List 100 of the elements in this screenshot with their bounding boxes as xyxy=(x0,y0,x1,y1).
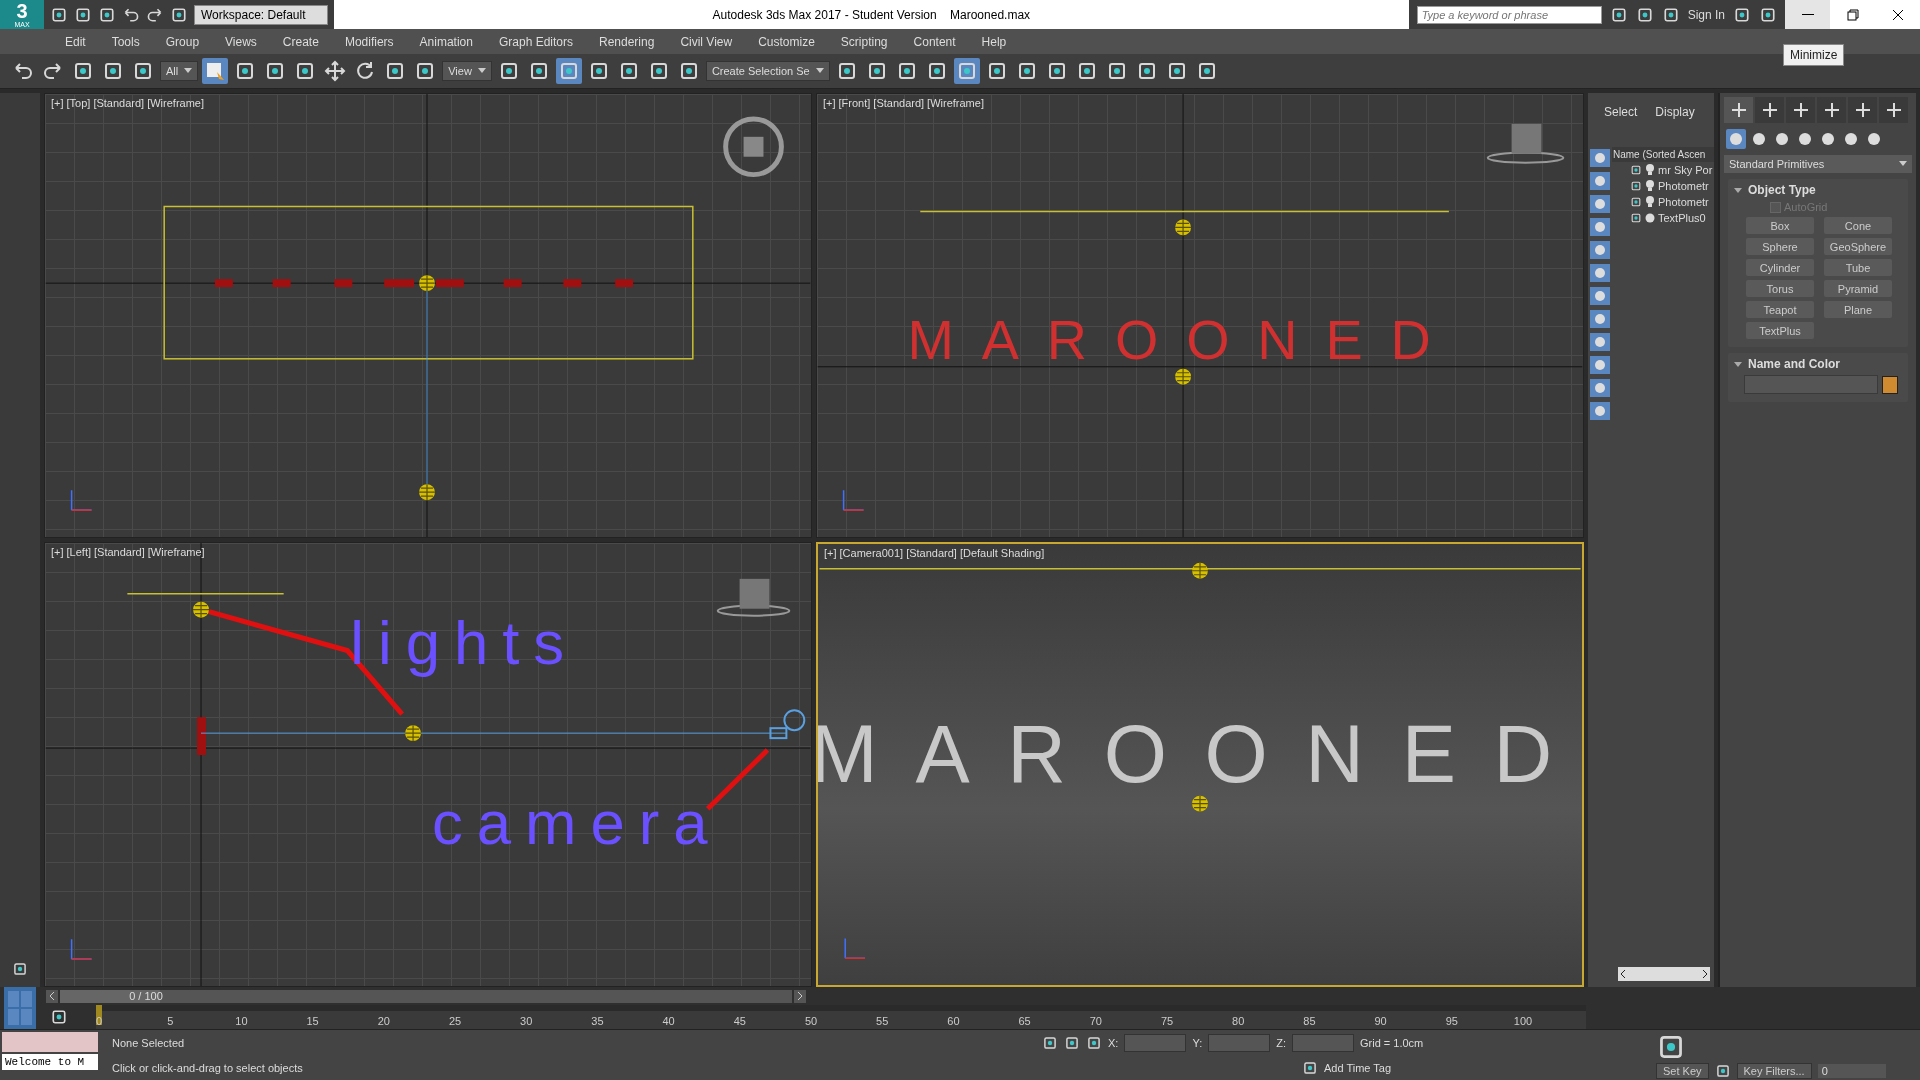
scene-object[interactable]: mr Sky Por xyxy=(1658,164,1713,176)
menu-item[interactable]: Help xyxy=(968,34,1020,49)
viewcube-compass-icon[interactable] xyxy=(723,116,784,178)
rollout-title[interactable]: Object Type xyxy=(1748,183,1816,197)
track-bar[interactable]: 0 5 10 15 20 25 30 35 40 45 50 55 60 65 70 75 80 85 90 95 100 xyxy=(96,1005,1586,1029)
scene-object[interactable]: Photometr xyxy=(1658,180,1709,192)
menu-item[interactable]: Edit xyxy=(52,34,99,49)
viewport-label[interactable]: [Standard] xyxy=(873,97,925,109)
coordinate-system-dropdown[interactable]: View xyxy=(442,61,492,81)
time-slider[interactable]: 0 / 100 xyxy=(60,989,792,1003)
viewport-label[interactable]: [Top] xyxy=(66,97,91,109)
column-header[interactable]: Name (Sorted Ascen xyxy=(1612,147,1714,162)
light-icon xyxy=(192,601,210,619)
color-swatch[interactable] xyxy=(1882,375,1898,394)
maxscript-listener-field[interactable] xyxy=(2,1032,98,1052)
frame-number: 60 xyxy=(947,1015,960,1027)
select-icon[interactable] xyxy=(202,58,229,84)
menu-item[interactable]: Tools xyxy=(98,34,153,49)
menu-item[interactable]: Scripting xyxy=(827,34,901,49)
geometry-icon[interactable] xyxy=(1726,129,1746,149)
menu-item[interactable]: Views xyxy=(212,34,270,49)
menu-item[interactable]: Animation xyxy=(406,34,486,49)
prompt-text: Click or click-and-drag to select objects xyxy=(112,1061,304,1074)
frame-number: 75 xyxy=(1160,1015,1174,1027)
workspace-dropdown[interactable]: Workspace: Default xyxy=(194,4,328,25)
viewcube-icon[interactable] xyxy=(1486,123,1565,164)
primitive-button[interactable]: Pyramid xyxy=(1824,280,1892,297)
menu-item[interactable]: Content xyxy=(900,34,969,49)
menu-item[interactable]: Rendering xyxy=(586,34,668,49)
scroll-left-icon[interactable] xyxy=(1618,969,1628,979)
primitive-button[interactable]: Box xyxy=(1746,217,1814,234)
viewport[interactable]: [+] [Left] [Standard] [Wireframe] lights camera xyxy=(44,542,812,987)
axis-tripod-icon xyxy=(70,489,93,511)
coordinate-field[interactable] xyxy=(1124,1034,1187,1052)
frame-field[interactable]: 0 xyxy=(1817,1064,1886,1078)
explorer-tab[interactable]: Select xyxy=(1604,105,1638,133)
primitive-button[interactable]: Torus xyxy=(1746,280,1814,297)
viewport-label[interactable]: [+] xyxy=(51,546,64,558)
create-icon[interactable] xyxy=(1724,97,1753,123)
primitive-button[interactable]: Tube xyxy=(1824,259,1892,276)
menu-item[interactable]: Modifiers xyxy=(331,34,407,49)
selection-filter-dropdown[interactable]: All xyxy=(160,61,199,81)
sign-in-link[interactable]: Sign In xyxy=(1687,7,1725,22)
viewport-label[interactable]: [Wireframe] xyxy=(927,97,984,109)
viewport-label[interactable]: [Default Shading] xyxy=(959,547,1045,559)
frame-number: 80 xyxy=(1232,1015,1245,1027)
viewport-label[interactable]: [Camera001] xyxy=(839,547,904,559)
frame-number: 70 xyxy=(1089,1015,1102,1027)
coordinate-label: Z: xyxy=(1276,1037,1286,1049)
menu-item[interactable]: Group xyxy=(152,34,213,49)
frame-number: 30 xyxy=(520,1015,533,1027)
explorer-tab[interactable]: Display xyxy=(1655,105,1695,133)
category-dropdown[interactable]: Standard Primitives xyxy=(1724,155,1912,173)
next-frame-button[interactable] xyxy=(794,989,806,1003)
scene-object[interactable]: TextPlus0 xyxy=(1658,212,1706,224)
caret-icon xyxy=(1899,161,1907,167)
add-time-tag-link[interactable]: Add Time Tag xyxy=(1324,1062,1392,1074)
primitive-button[interactable]: Sphere xyxy=(1746,238,1814,255)
primitive-button[interactable]: TextPlus xyxy=(1746,322,1814,339)
coordinate-field[interactable] xyxy=(1292,1034,1354,1052)
viewport-label[interactable]: [Standard] xyxy=(94,546,145,558)
menu-item[interactable]: Civil View xyxy=(667,34,746,49)
horizontal-scrollbar[interactable] xyxy=(1618,967,1710,981)
previous-frame-button[interactable] xyxy=(46,989,58,1003)
rollout-title[interactable]: Name and Color xyxy=(1748,357,1840,371)
scene-object[interactable]: Photometr xyxy=(1658,196,1709,208)
primitive-button[interactable]: Plane xyxy=(1824,301,1892,318)
light-icon xyxy=(418,483,436,501)
current-frame-marker[interactable] xyxy=(96,1005,102,1025)
menu-item[interactable]: Graph Editors xyxy=(485,34,586,49)
menu-item[interactable]: Customize xyxy=(745,34,828,49)
frame-number: 100 xyxy=(1513,1015,1533,1027)
viewport-label[interactable]: [Standard] xyxy=(906,547,957,559)
chevron-left-icon xyxy=(49,992,55,1000)
primitive-button[interactable]: Cylinder xyxy=(1746,259,1814,276)
viewport[interactable]: [+] [Front] [Standard] [Wireframe] MAROONED xyxy=(816,93,1584,538)
viewport-label[interactable]: [+] xyxy=(51,97,64,109)
viewport-label[interactable]: [Wireframe] xyxy=(147,546,205,558)
search-field[interactable]: Type a keyword or phrase xyxy=(1416,5,1602,24)
viewport-label[interactable]: [Front] xyxy=(838,97,871,109)
coordinate-field[interactable] xyxy=(1208,1034,1271,1052)
viewport-label[interactable]: [Left] xyxy=(66,546,91,558)
selection-set-dropdown[interactable]: Create Selection Se xyxy=(705,61,830,81)
key-filters-button[interactable]: Key Filters... xyxy=(1736,1063,1812,1079)
frame-counter: 0 / 100 xyxy=(129,990,163,1002)
primitive-button[interactable]: Cone xyxy=(1824,217,1892,234)
viewport-label[interactable]: [Wireframe] xyxy=(147,97,204,109)
viewport-label[interactable]: [+] xyxy=(823,97,836,109)
maxscript-output-field[interactable]: Welcome to M xyxy=(2,1054,98,1070)
set-key-button[interactable]: Set Key xyxy=(1656,1063,1709,1079)
menu-item[interactable]: Create xyxy=(269,34,332,49)
viewport[interactable]: [+] [Top] [Standard] [Wireframe] xyxy=(44,93,812,538)
name-field[interactable] xyxy=(1744,375,1878,394)
viewport-label[interactable]: [Standard] xyxy=(93,97,145,109)
primitive-button[interactable]: GeoSphere xyxy=(1824,238,1892,255)
selection-status: None Selected xyxy=(112,1036,186,1049)
viewport-label[interactable]: [+] xyxy=(824,547,837,559)
viewcube-icon[interactable] xyxy=(716,578,791,617)
scroll-right-icon[interactable] xyxy=(1700,969,1710,979)
primitive-button[interactable]: Teapot xyxy=(1746,301,1814,318)
